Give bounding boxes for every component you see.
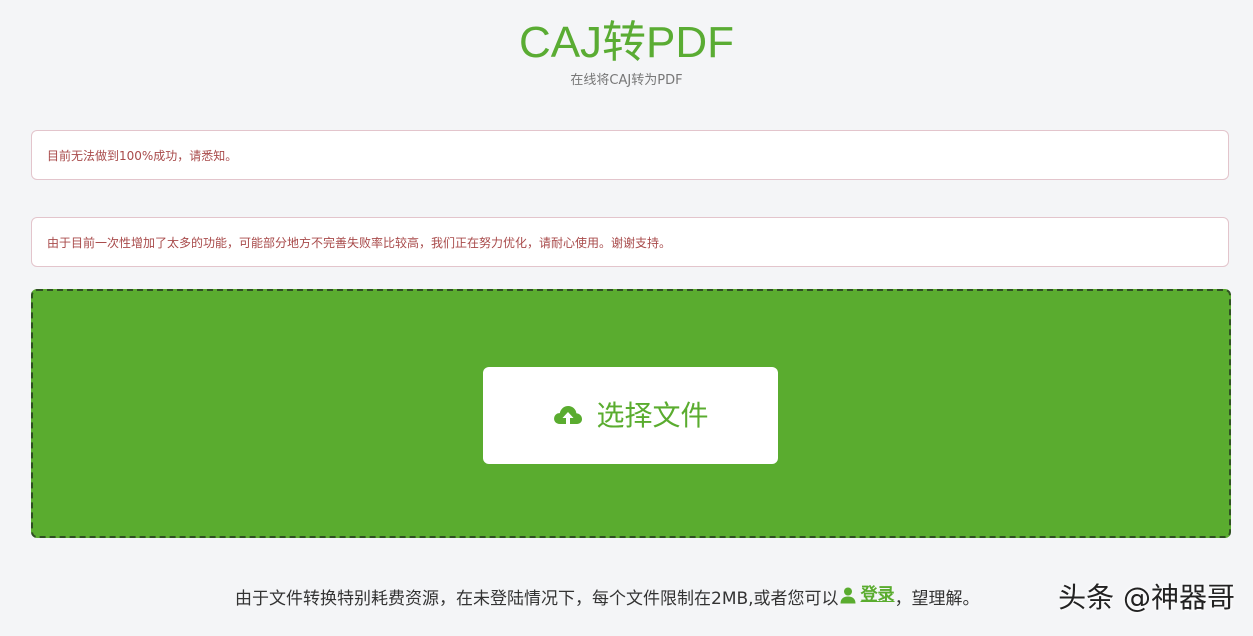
notice-alert-success-rate: 目前无法做到100%成功，请悉知。: [31, 130, 1229, 180]
page-title: CAJ转PDF: [518, 18, 735, 67]
cloud-upload-icon: [552, 400, 584, 432]
size-limit-text-end: ，望理解。: [894, 589, 980, 609]
file-drop-zone[interactable]: 选择文件: [31, 289, 1231, 538]
watermark: 头条 @神器哥: [1058, 581, 1235, 614]
size-limit-note: 由于文件转换特别耗费资源，在未登陆情况下，每个文件限制在2MB,或者您可以 登录，…: [235, 582, 980, 612]
user-icon: [839, 586, 857, 604]
notice-alert-optimization: 由于目前一次性增加了太多的功能，可能部分地方不完善失败率比较高，我们正在努力优化…: [31, 217, 1229, 267]
choose-file-button[interactable]: 选择文件: [483, 367, 778, 464]
login-label: 登录: [860, 585, 895, 605]
page-subtitle: 在线将CAJ转为PDF: [570, 73, 683, 88]
size-limit-text: 由于文件转换特别耗费资源，在未登陆情况下，每个文件限制在2MB,或者您可以: [235, 589, 839, 609]
choose-file-label: 选择文件: [596, 398, 709, 432]
login-link[interactable]: 登录: [839, 582, 895, 608]
